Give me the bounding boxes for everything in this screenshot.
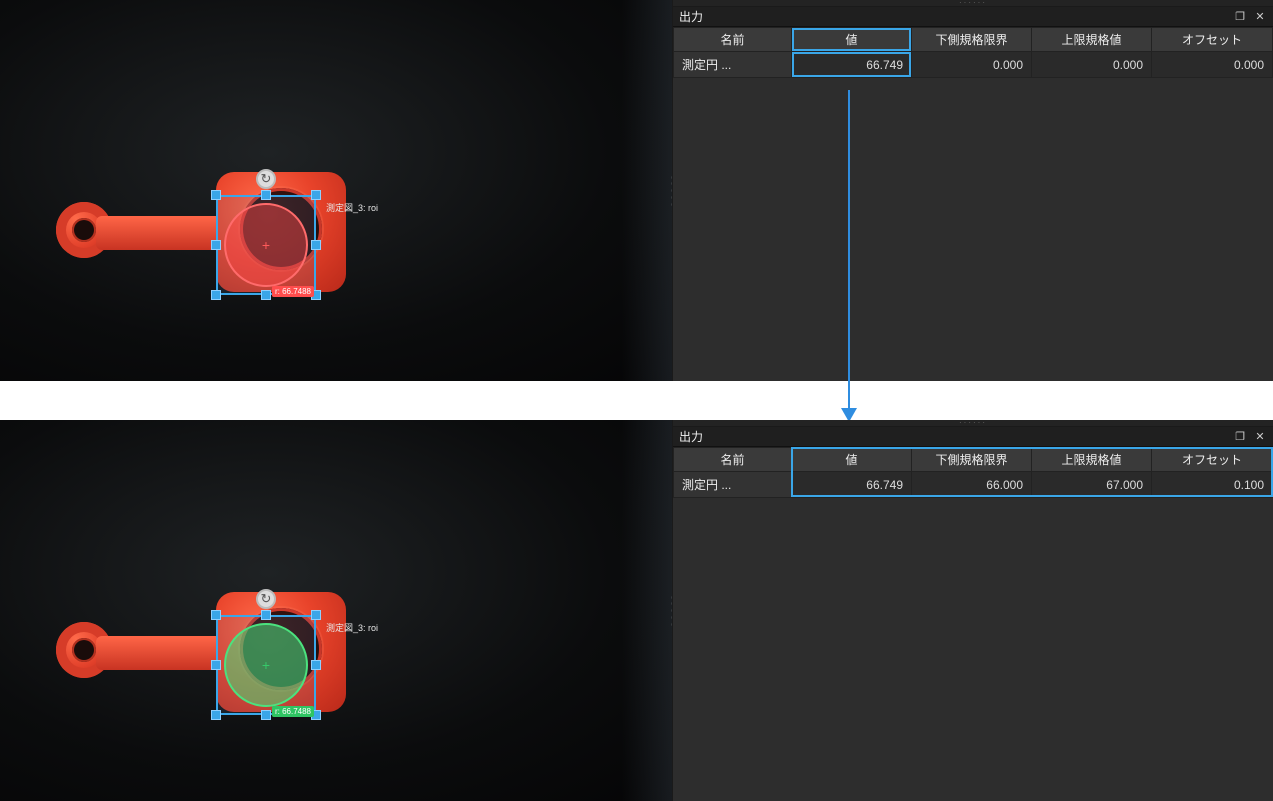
cell-name[interactable]: 測定円 ... — [674, 52, 792, 78]
resize-handle[interactable] — [311, 240, 321, 250]
resize-handle[interactable] — [261, 710, 271, 720]
cell-offset[interactable]: 0.100 — [1152, 472, 1273, 498]
cell-value-fail[interactable]: 66.749 — [792, 52, 912, 78]
measure-roi-fail[interactable]: + ↻ r: 66.7488 測定図_3: roi — [216, 195, 316, 295]
col-lower[interactable]: 下側規格限界 — [912, 448, 1032, 472]
dock-button-icon[interactable]: ❐ — [1233, 430, 1247, 444]
cell-upper[interactable]: 0.000 — [1032, 52, 1152, 78]
cell-upper[interactable]: 67.000 — [1032, 472, 1152, 498]
col-upper[interactable]: 上限規格値 — [1032, 28, 1152, 52]
cell-value-pass[interactable]: 66.749 — [792, 472, 912, 498]
resize-handle[interactable] — [211, 660, 221, 670]
rotate-handle-icon[interactable]: ↻ — [256, 169, 276, 189]
panel-title: 出力 — [679, 8, 703, 25]
center-cross-icon: + — [260, 659, 272, 671]
output-panel-top: ······ 出力 ❐ ✕ 名前 値 下側規格限界 上限規格値 オフセット — [672, 0, 1273, 381]
resize-handle[interactable] — [261, 190, 271, 200]
resize-handle[interactable] — [311, 610, 321, 620]
resize-handle[interactable] — [311, 190, 321, 200]
cell-name[interactable]: 測定円 ... — [674, 472, 792, 498]
col-name[interactable]: 名前 — [674, 28, 792, 52]
cell-lower[interactable]: 66.000 — [912, 472, 1032, 498]
camera-viewport-bottom[interactable]: + ↻ r: 66.7488 測定図_3: roi — [0, 420, 672, 801]
resize-handle[interactable] — [261, 610, 271, 620]
output-panel-bottom: ······ 出力 ❐ ✕ 名前 値 下側規格限界 上限規格値 オフセット — [672, 420, 1273, 801]
resize-handle[interactable] — [211, 710, 221, 720]
roi-radius-badge: r: 66.7488 — [272, 286, 314, 297]
col-offset[interactable]: オフセット — [1152, 448, 1273, 472]
roi-radius-badge: r: 66.7488 — [272, 706, 314, 717]
panel-title: 出力 — [679, 428, 703, 445]
measure-roi-pass[interactable]: + ↻ r: 66.7488 測定図_3: roi — [216, 615, 316, 715]
col-lower[interactable]: 下側規格限界 — [912, 28, 1032, 52]
resize-handle[interactable] — [211, 290, 221, 300]
panel-header: 出力 ❐ ✕ — [673, 427, 1273, 447]
panel-drag-dots-icon[interactable]: ······ — [673, 420, 1273, 427]
resize-handle[interactable] — [211, 190, 221, 200]
col-upper[interactable]: 上限規格値 — [1032, 448, 1152, 472]
resize-handle[interactable] — [311, 660, 321, 670]
output-table-top: 名前 値 下側規格限界 上限規格値 オフセット 測定円 ... 66.749 0… — [673, 27, 1273, 78]
cell-offset[interactable]: 0.000 — [1152, 52, 1273, 78]
close-button-icon[interactable]: ✕ — [1253, 430, 1267, 444]
dock-button-icon[interactable]: ❐ — [1233, 10, 1247, 24]
resize-handle[interactable] — [261, 290, 271, 300]
resize-handle[interactable] — [211, 240, 221, 250]
col-value[interactable]: 値 — [792, 448, 912, 472]
table-row[interactable]: 測定円 ... 66.749 0.000 0.000 0.000 — [674, 52, 1273, 78]
panel-header: 出力 ❐ ✕ — [673, 7, 1273, 27]
transition-arrow-icon — [848, 90, 850, 420]
roi-name-label: 測定図_3: roi — [326, 621, 378, 634]
state-before: + ↻ r: 66.7488 測定図_3: roi ······ 出力 ❐ ✕ — [0, 0, 1273, 381]
table-row[interactable]: 測定円 ... 66.749 66.000 67.000 0.100 — [674, 472, 1273, 498]
panel-drag-dots-icon[interactable]: ······ — [673, 0, 1273, 7]
roi-name-label: 測定図_3: roi — [326, 201, 378, 214]
close-button-icon[interactable]: ✕ — [1253, 10, 1267, 24]
resize-handle[interactable] — [211, 610, 221, 620]
col-offset[interactable]: オフセット — [1152, 28, 1273, 52]
table-header-row: 名前 値 下側規格限界 上限規格値 オフセット — [674, 448, 1273, 472]
rotate-handle-icon[interactable]: ↻ — [256, 589, 276, 609]
col-name[interactable]: 名前 — [674, 448, 792, 472]
col-value[interactable]: 値 — [792, 28, 912, 52]
state-after: + ↻ r: 66.7488 測定図_3: roi ······ 出力 ❐ ✕ — [0, 420, 1273, 801]
center-cross-icon: + — [260, 239, 272, 251]
camera-viewport-top[interactable]: + ↻ r: 66.7488 測定図_3: roi — [0, 0, 672, 381]
output-table-bottom: 名前 値 下側規格限界 上限規格値 オフセット 測定円 ... 66.749 6… — [673, 447, 1273, 498]
cell-lower[interactable]: 0.000 — [912, 52, 1032, 78]
table-header-row: 名前 値 下側規格限界 上限規格値 オフセット — [674, 28, 1273, 52]
